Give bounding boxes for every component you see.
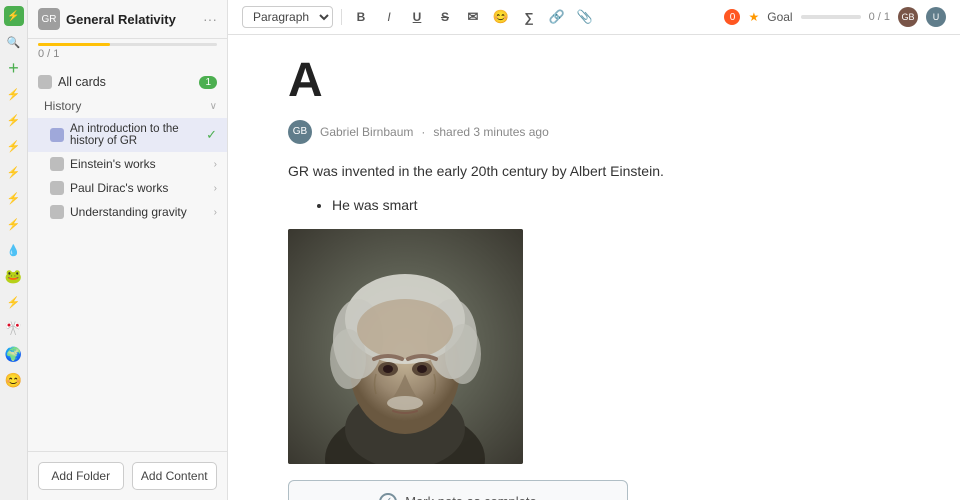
formula-button[interactable]: ∑ <box>518 6 540 28</box>
sidebar-title: General Relativity <box>66 12 197 27</box>
goal-count: 0 / 1 <box>869 11 890 23</box>
sidebar-footer: Add Folder Add Content <box>28 451 227 500</box>
bolt-icon-7[interactable]: ⚡ <box>4 292 24 312</box>
content-title[interactable]: A <box>288 55 900 108</box>
add-content-button[interactable]: Add Content <box>132 462 218 490</box>
app-logo-icon: ⚡ <box>4 6 24 26</box>
progress-row: 0 / 1 <box>28 39 227 66</box>
drop-icon[interactable]: 💧 <box>4 240 24 260</box>
icon-bar: ⚡ 🔍 + ⚡ ⚡ ⚡ ⚡ ⚡ ⚡ 💧 🐸 ⚡ 🎌 🌍 😊 <box>0 0 28 500</box>
gravity-icon <box>50 205 64 219</box>
add-folder-button[interactable]: Add Folder <box>38 462 124 490</box>
goal-progress-track <box>801 15 861 19</box>
progress-bar-track <box>38 43 217 46</box>
sidebar-item-label: All cards <box>58 75 106 89</box>
sidebar-item-history[interactable]: History ∨ <box>28 94 227 118</box>
sidebar-item-label: Understanding gravity <box>70 205 187 219</box>
strikethrough-button[interactable]: S <box>434 6 456 28</box>
sidebar-item-label: Einstein's works <box>70 157 156 171</box>
flag-icon[interactable]: 🎌 <box>4 318 24 338</box>
shared-time: shared 3 minutes ago <box>433 125 548 139</box>
einsteins-icon <box>50 157 64 171</box>
bolt-icon-5[interactable]: ⚡ <box>4 188 24 208</box>
bolt-icon-1[interactable]: ⚡ <box>4 84 24 104</box>
toolbar-separator-1 <box>341 9 342 25</box>
progress-bar-fill <box>38 43 110 46</box>
goal-star-icon: ★ <box>748 10 759 24</box>
frog-icon[interactable]: 🐸 <box>4 266 24 286</box>
bolt-icon-3[interactable]: ⚡ <box>4 136 24 156</box>
sidebar-item-label: An introduction to the history of GR <box>70 123 200 147</box>
sidebar-item-paul-diracs-works[interactable]: Paul Dirac's works › <box>28 176 227 200</box>
bolt-icon-2[interactable]: ⚡ <box>4 110 24 130</box>
sidebar: GR General Relativity ··· 0 / 1 All card… <box>28 0 228 500</box>
italic-button[interactable]: I <box>378 6 400 28</box>
sidebar-item-label: History <box>44 99 81 113</box>
toolbar-avatar-2: U <box>926 7 946 27</box>
sidebar-item-label: Paul Dirac's works <box>70 181 168 195</box>
face-icon[interactable]: 😊 <box>4 370 24 390</box>
sidebar-avatar: GR <box>38 8 60 30</box>
sidebar-item-all-cards[interactable]: All cards 1 <box>28 70 227 94</box>
bolt-icon-6[interactable]: ⚡ <box>4 214 24 234</box>
sidebar-header: GR General Relativity ··· <box>28 0 227 39</box>
sidebar-menu-button[interactable]: ··· <box>203 11 217 27</box>
link-button[interactable]: 🔗 <box>546 6 568 28</box>
nav-arrow-icon: › <box>214 159 217 170</box>
intro-icon <box>50 128 64 142</box>
main-area: Paragraph B I U S ✉ 😊 ∑ 🔗 📎 0 ★ Goal 0 /… <box>228 0 960 500</box>
diracs-icon <box>50 181 64 195</box>
sidebar-item-understanding-gravity[interactable]: Understanding gravity › <box>28 200 227 224</box>
goal-label: Goal <box>767 10 792 24</box>
globe-icon[interactable]: 🌍 <box>4 344 24 364</box>
sidebar-item-einsteins-works[interactable]: Einstein's works › <box>28 152 227 176</box>
mark-complete-label: Mark note as complete <box>405 494 537 500</box>
bolt-icon-4[interactable]: ⚡ <box>4 162 24 182</box>
add-icon[interactable]: + <box>4 58 24 78</box>
nav-arrow-icon: › <box>214 183 217 194</box>
paragraph-dropdown[interactable]: Paragraph <box>242 6 333 28</box>
emoji-button[interactable]: 😊 <box>490 6 512 28</box>
einstein-image <box>288 229 523 464</box>
mark-complete-button[interactable]: ✓ Mark note as complete <box>288 480 628 500</box>
email-button[interactable]: ✉ <box>462 6 484 28</box>
check-icon: ✓ <box>206 127 217 143</box>
bold-button[interactable]: B <box>350 6 372 28</box>
progress-label: 0 / 1 <box>38 48 59 60</box>
toolbar: Paragraph B I U S ✉ 😊 ∑ 🔗 📎 0 ★ Goal 0 /… <box>228 0 960 35</box>
underline-button[interactable]: U <box>406 6 428 28</box>
sidebar-item-intro[interactable]: An introduction to the history of GR ✓ <box>28 118 227 152</box>
collapse-arrow-icon: ∨ <box>210 101 217 112</box>
all-cards-badge: 1 <box>199 76 217 89</box>
complete-circle-icon: ✓ <box>379 493 397 500</box>
author-row: GB Gabriel Birnbaum · shared 3 minutes a… <box>288 120 900 144</box>
author-separator: · <box>421 125 425 139</box>
toolbar-avatar-1: GB <box>898 7 918 27</box>
content-area: A GB Gabriel Birnbaum · shared 3 minutes… <box>228 35 960 500</box>
content-body: GR was invented in the early 20th centur… <box>288 160 900 182</box>
author-name: Gabriel Birnbaum <box>320 125 413 139</box>
nav-arrow-icon: › <box>214 207 217 218</box>
toolbar-right: 0 ★ Goal 0 / 1 GB U <box>724 7 946 27</box>
attachment-button[interactable]: 📎 <box>574 6 596 28</box>
author-avatar: GB <box>288 120 312 144</box>
search-icon[interactable]: 🔍 <box>4 32 24 52</box>
cards-icon <box>38 75 52 89</box>
goal-badge: 0 <box>724 9 740 25</box>
content-bullet: He was smart <box>332 194 900 216</box>
sidebar-nav: All cards 1 History ∨ An introduction to… <box>28 66 227 451</box>
